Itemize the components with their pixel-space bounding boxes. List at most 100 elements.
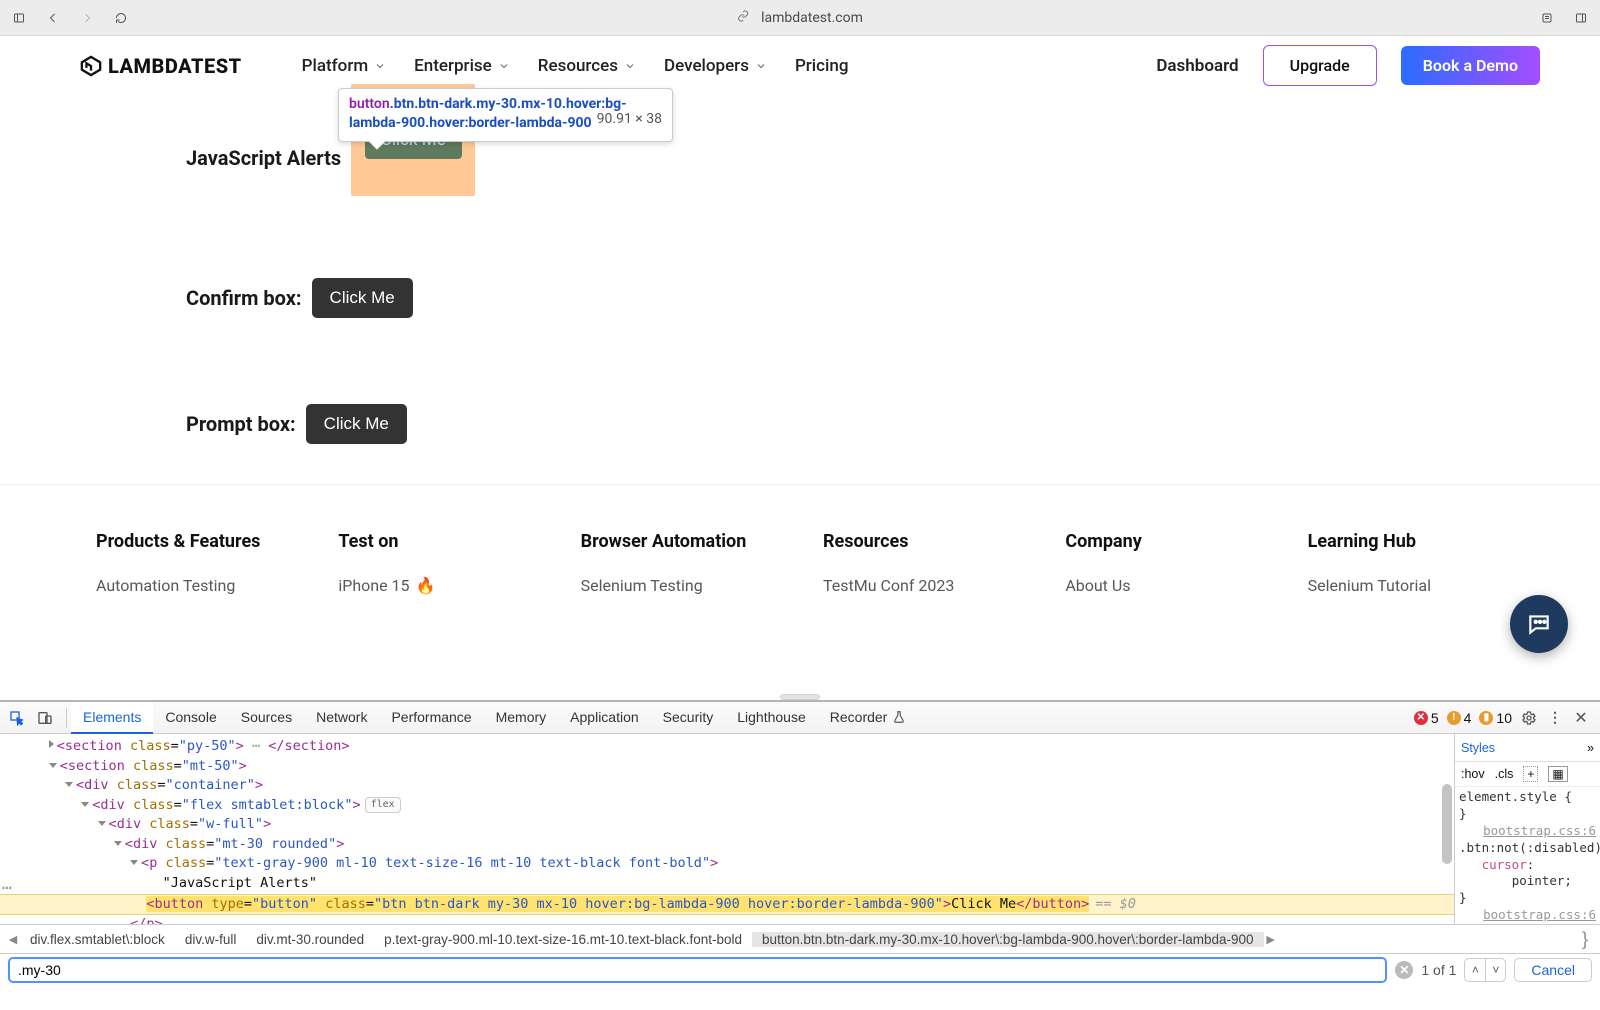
selected-dom-node[interactable]: <button type="button" class="btn btn-dar… [0,894,1454,916]
tabs-icon[interactable] [1572,9,1590,27]
more-icon[interactable]: ⋮ [1546,709,1564,727]
reader-icon[interactable] [1538,9,1556,27]
footer-link[interactable]: Selenium Testing [581,576,823,595]
chevron-right-icon[interactable]: » [1587,741,1594,755]
tooltip-classes: .btn.btn-dark.my-30.mx-10.hover:bg-lambd… [349,96,627,131]
reload-icon[interactable] [112,9,130,27]
add-rule-icon[interactable]: + [1523,766,1538,782]
tab-network[interactable]: Network [304,702,379,734]
flask-icon [892,710,906,724]
footer-heading: Test on [338,531,580,552]
back-icon[interactable] [44,9,62,27]
footer-heading: Resources [823,531,1065,552]
tab-security[interactable]: Security [651,702,726,734]
upgrade-button[interactable]: Upgrade [1263,45,1377,86]
flex-chip[interactable]: flex [365,797,401,814]
clear-find-icon[interactable]: ✕ [1395,961,1413,979]
find-cancel-button[interactable]: Cancel [1514,958,1592,982]
hov-toggle[interactable]: :hov [1461,767,1485,781]
nav-developers[interactable]: Developers [664,56,767,76]
styles-rules[interactable]: element.style { } bootstrap.css:6.btn:no… [1455,787,1600,924]
tab-memory[interactable]: Memory [484,702,559,734]
tab-recorder[interactable]: Recorder [818,702,919,734]
prompt-button[interactable]: Click Me [306,404,407,444]
find-bar: ✕ 1 of 1 ˄ ˅ Cancel [0,954,1600,986]
nav-pricing[interactable]: Pricing [795,56,849,76]
cls-toggle[interactable]: .cls [1495,767,1514,781]
tab-application[interactable]: Application [558,702,651,734]
chevron-down-icon [498,60,510,72]
dom-breadcrumbs: ◀ div.flex.smtablet\:block div.w-full di… [0,924,1600,954]
computed-icon[interactable]: ▦ [1548,766,1567,782]
styles-panel: Styles » :hov .cls + ▦ element.style { }… [1454,734,1600,924]
nav-resources[interactable]: Resources [538,56,636,76]
crumb[interactable]: div.w-full [175,932,247,947]
prompt-label: Prompt box: [186,412,296,436]
crumb[interactable]: div.mt-30.rounded [246,932,374,947]
find-count: 1 of 1 [1421,962,1456,978]
tab-performance[interactable]: Performance [379,702,483,734]
footer-link[interactable]: TestMu Conf 2023 [823,576,1065,595]
find-prev-icon[interactable]: ˄ [1465,959,1485,981]
devtools-drag-handle[interactable] [780,694,820,700]
inspect-tooltip: button.btn.btn-dark.my-30.mx-10.hover:bg… [338,88,673,142]
chevron-down-icon [624,60,636,72]
info-badge[interactable]: ▮10 [1479,710,1512,726]
page-content: JavaScript Alerts Click Me Confirm box: … [0,96,1600,444]
nav-platform[interactable]: Platform [302,56,386,76]
logo-text: LAMBDATEST [108,54,242,78]
device-toolbar-icon[interactable] [34,707,56,729]
fire-icon: 🔥 [416,576,436,595]
footer-heading: Company [1065,531,1307,552]
footer: Products & Features Automation Testing Te… [0,485,1600,595]
chevron-down-icon [755,60,767,72]
crumb-active[interactable]: button.btn.btn-dark.my-30.mx-10.hover\:b… [752,932,1264,947]
browser-toolbar: lambdatest.com [0,0,1600,36]
confirm-button[interactable]: Click Me [312,278,413,318]
nav-enterprise[interactable]: Enterprise [414,56,510,76]
find-next-icon[interactable]: ˅ [1485,959,1505,981]
js-alerts-label: JavaScript Alerts [186,146,341,170]
styles-close-brace: } [1576,929,1594,950]
chevron-down-icon [374,60,386,72]
nav-dashboard[interactable]: Dashboard [1156,56,1238,76]
sidebar-toggle-icon[interactable] [10,9,28,27]
devtools-panel: Elements Console Sources Network Perform… [0,700,1600,1010]
crumbs-right-icon[interactable]: ▶ [1264,933,1278,946]
logo[interactable]: LAMBDATEST [80,54,242,78]
find-input[interactable] [8,957,1387,983]
forward-icon [78,9,96,27]
footer-link[interactable]: About Us [1065,576,1307,595]
footer-heading: Learning Hub [1308,531,1550,552]
devtools-tabs: Elements Console Sources Network Perform… [0,702,1600,734]
inspect-element-icon[interactable] [6,707,28,729]
main-nav: Platform Enterprise Resources Developers… [302,56,849,76]
scrollbar-thumb[interactable] [1442,784,1452,864]
tab-lighthouse[interactable]: Lighthouse [725,702,818,734]
ellipsis-icon[interactable]: ⋯ [2,876,12,899]
tab-sources[interactable]: Sources [229,702,304,734]
crumb[interactable]: p.text-gray-900.ml-10.text-size-16.mt-10… [374,932,752,947]
book-demo-button[interactable]: Book a Demo [1401,46,1540,85]
chat-button[interactable] [1510,595,1568,653]
tab-console[interactable]: Console [153,702,228,734]
gear-icon[interactable] [1520,709,1538,727]
close-devtools-icon[interactable]: ✕ [1572,709,1590,727]
url-bar[interactable]: lambdatest.com [737,10,863,26]
footer-link[interactable]: Selenium Tutorial [1308,576,1550,595]
confirm-label: Confirm box: [186,286,302,310]
tab-styles[interactable]: Styles [1461,741,1495,755]
footer-heading: Products & Features [96,531,338,552]
tooltip-tag: button [349,96,390,112]
errors-badge[interactable]: ✕5 [1414,710,1439,726]
crumb[interactable]: div.flex.smtablet\:block [20,932,175,947]
warnings-badge[interactable]: !4 [1447,710,1472,726]
link-icon [737,10,753,26]
tooltip-dimensions: 90.91 × 38 [597,111,662,127]
footer-link[interactable]: iPhone 15 🔥 [338,576,580,595]
elements-tree[interactable]: ⋯ <section class="py-50"> ⋯ </section> <… [0,734,1454,924]
tab-elements[interactable]: Elements [71,702,153,734]
footer-link[interactable]: Automation Testing [96,576,338,595]
footer-heading: Browser Automation [581,531,823,552]
crumbs-left-icon[interactable]: ◀ [6,933,20,946]
